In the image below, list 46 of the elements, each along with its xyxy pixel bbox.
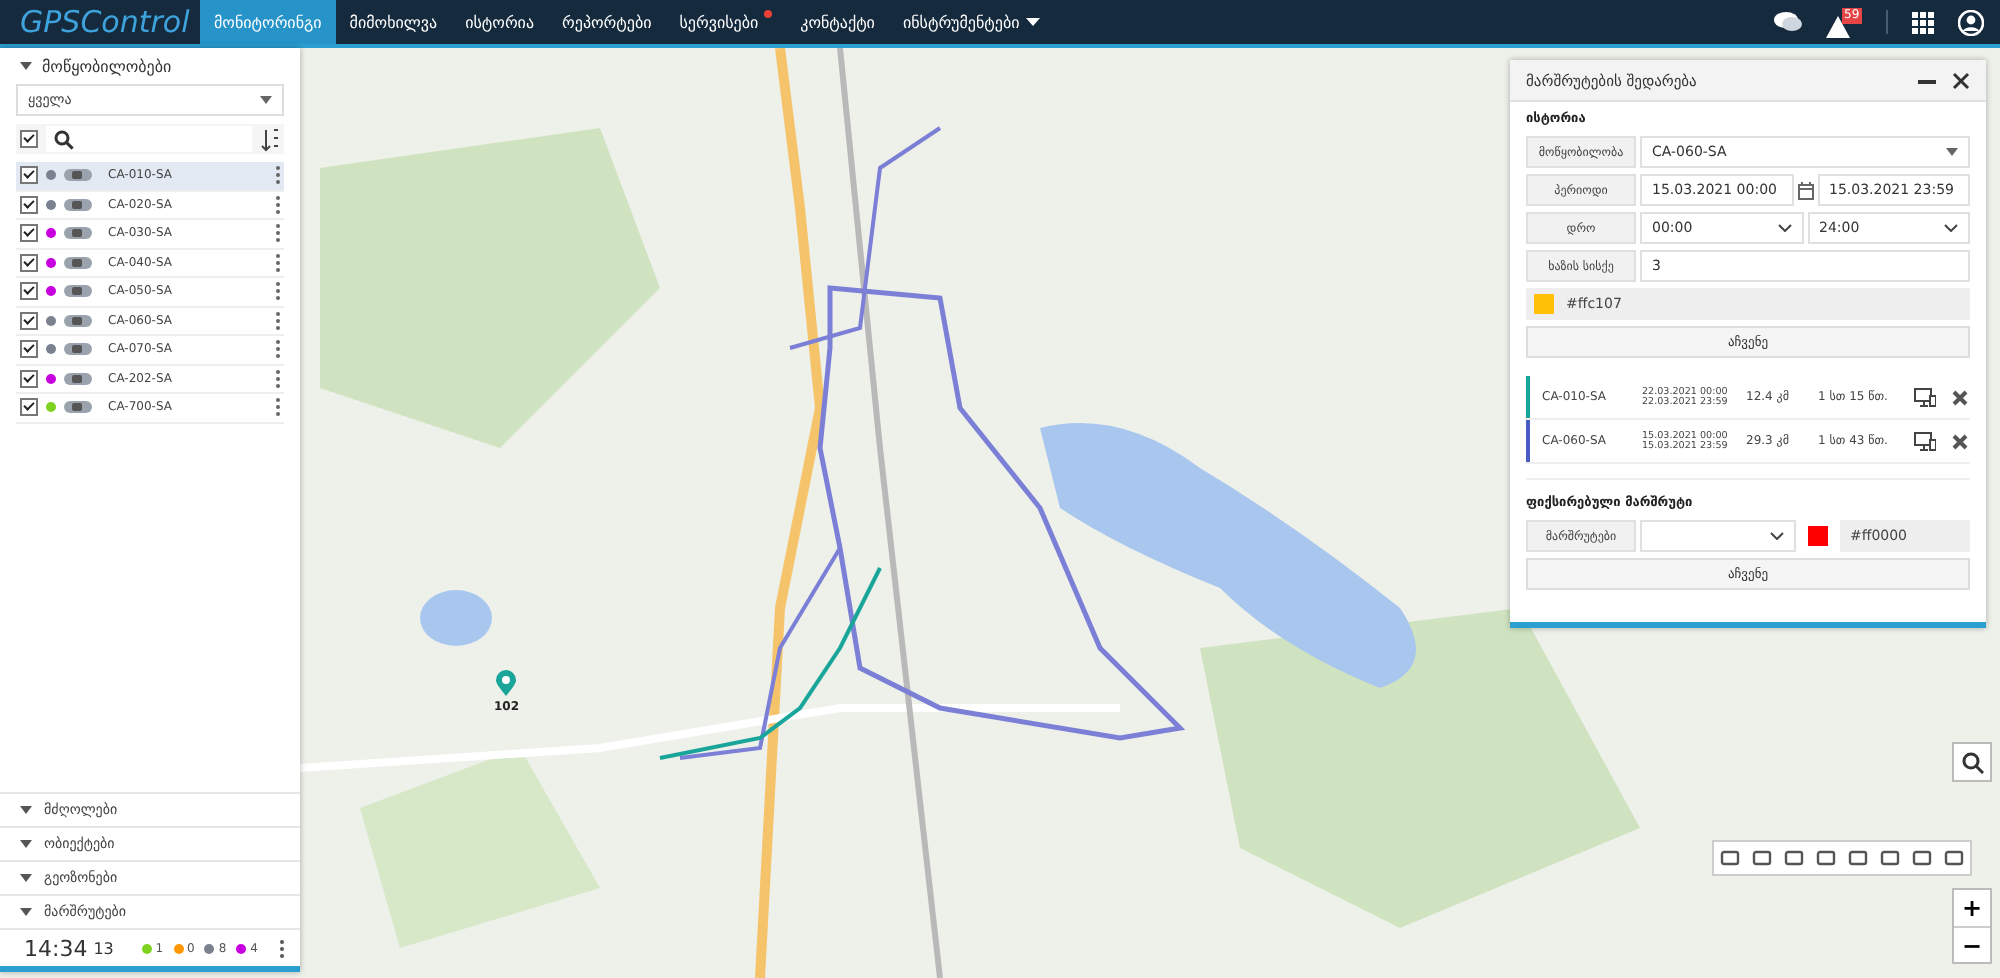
chevron-icon [1944,224,1958,232]
close-icon[interactable] [1952,389,1968,405]
clock-time: 14:34 [24,935,88,961]
logo[interactable]: GPSControl [0,0,200,44]
nav-tab[interactable]: კონტაქტი [786,0,889,44]
nav-tab[interactable]: რეპორტები [548,0,666,44]
search-button[interactable] [1952,742,1992,782]
warning-icon[interactable] [1826,15,1850,37]
chevron-icon [1770,532,1784,540]
nav-tab[interactable]: სერვისები [665,0,787,44]
caret-icon [1946,148,1958,156]
device-checkbox[interactable] [20,282,38,301]
device-checkbox[interactable] [20,311,38,330]
caret-icon[interactable] [20,874,32,882]
color-swatch[interactable] [1534,294,1554,314]
nav-tab[interactable]: ინსტრუმენტები [888,0,1054,44]
chevron-icon [1777,224,1791,232]
search-icon [54,129,74,149]
user-icon[interactable] [1958,9,1984,35]
search-field[interactable] [46,126,252,152]
caret-icon[interactable] [20,908,32,916]
sort-icon[interactable] [260,127,280,151]
close-icon[interactable] [1952,433,1968,449]
device-checkbox[interactable] [20,224,38,243]
caret-icon[interactable] [20,840,32,848]
caret-icon [260,96,272,104]
nav-tab[interactable]: მიმოხილვა [335,0,452,44]
nav-tab[interactable]: ისტორია [451,0,549,44]
device-checkbox[interactable] [20,398,38,417]
device-checkbox[interactable] [20,195,38,214]
calendar-icon[interactable] [1797,181,1813,199]
device-checkbox[interactable] [20,166,38,185]
caret-icon[interactable] [20,62,32,70]
grid-icon[interactable] [1912,11,1934,33]
map-pin-icon[interactable] [496,670,516,696]
clock-seconds: 13 [93,939,114,957]
search-icon [1961,751,1983,773]
close-icon[interactable] [1952,71,1970,89]
select-all-checkbox[interactable] [20,130,38,148]
caret-icon[interactable] [20,806,32,814]
panel-title[interactable]: მოწყობილობები [42,57,172,75]
device-checkbox[interactable] [20,253,38,272]
device-checkbox[interactable] [20,340,38,359]
chat-icon[interactable] [1774,10,1802,34]
color-swatch[interactable] [1808,526,1828,546]
device-checkbox[interactable] [20,369,38,388]
